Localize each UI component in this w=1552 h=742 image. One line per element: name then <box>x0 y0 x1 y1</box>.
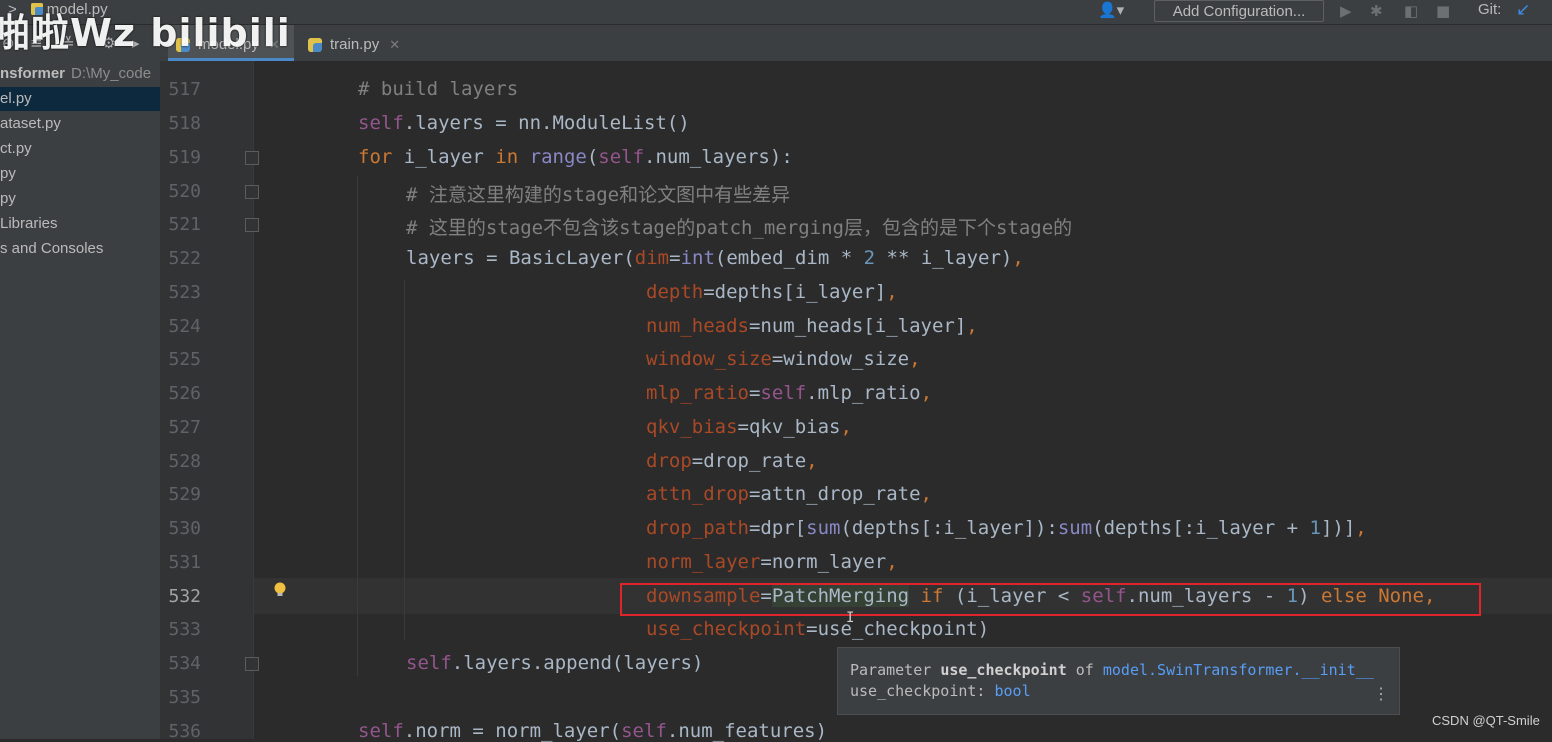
code-line-519: for i_layer in range(self.num_layers): <box>358 146 793 168</box>
tree-item-label: ct.py <box>0 140 32 157</box>
line-number: 531 <box>168 552 201 573</box>
code-line-522: layers = BasicLayer(dim=int(embed_dim * … <box>406 247 1024 269</box>
git-update-icon[interactable]: ↙ <box>1516 0 1530 20</box>
tooltip-type-link[interactable]: bool <box>995 682 1031 700</box>
tooltip-prefix: Parameter <box>850 661 941 679</box>
debug-icon[interactable]: ✱ <box>1370 2 1383 20</box>
line-number: 529 <box>168 484 201 505</box>
tooltip-param-name: use_checkpoint: <box>850 682 995 700</box>
line-number: 527 <box>168 417 201 438</box>
fold-marker[interactable] <box>245 218 259 232</box>
fold-marker[interactable] <box>245 185 259 199</box>
indent-guide <box>357 176 358 676</box>
tree-item-label: py <box>0 190 16 207</box>
editor-tabs: model.py ✕ train.py ✕ <box>160 25 1552 62</box>
code-line-527: qkv_bias=qkv_bias, <box>646 416 852 438</box>
code-line-521: # 这里的stage不包含该stage的patch_merging层，包含的是下… <box>406 213 1072 240</box>
code-comment: # build layers <box>358 78 519 100</box>
run-icon[interactable]: ▶ <box>1340 2 1352 20</box>
fold-marker[interactable] <box>245 151 259 165</box>
tree-item-scratches-consoles[interactable]: s and Consoles <box>0 237 160 261</box>
project-root[interactable]: nsformer D:\My_code <box>0 62 160 86</box>
project-tree: nsformer D:\My_code el.py ataset.py ct.py… <box>0 61 161 739</box>
tree-item-py[interactable]: py <box>0 187 160 211</box>
line-number: 534 <box>168 653 201 674</box>
code-line-525: window_size=window_size, <box>646 348 921 370</box>
line-number: 533 <box>168 619 201 640</box>
user-icon[interactable]: 👤▾ <box>1098 1 1124 19</box>
git-label: Git: <box>1478 1 1502 18</box>
code-line-517: # build layers <box>358 78 518 100</box>
tree-item-label: ataset.py <box>0 115 61 132</box>
tree-item-external-libraries[interactable]: Libraries <box>0 212 160 236</box>
bilibili-watermark: 啪啦Wz bilibili <box>0 11 291 55</box>
code-comment: # 这里的stage不包含该stage的patch_merging层，包含的是下… <box>406 217 1073 239</box>
project-name: nsformer <box>0 65 66 82</box>
line-number: 523 <box>168 282 201 303</box>
tree-item-label: el.py <box>0 90 32 107</box>
parameter-info-tooltip: Parameter use_checkpoint of model.SwinTr… <box>837 647 1400 715</box>
add-configuration-button[interactable]: Add Configuration... <box>1154 0 1324 22</box>
code-comment: # 注意这里构建的stage和论文图中有些差异 <box>406 184 791 206</box>
tooltip-param: use_checkpoint <box>940 661 1067 679</box>
tooltip-target-link[interactable]: model.SwinTransformer.__init__ <box>1103 661 1374 679</box>
stop-icon[interactable]: ■ <box>1436 2 1450 20</box>
code-line-533: use_checkpoint=use_checkpoint) <box>646 618 990 640</box>
text-cursor-icon: I <box>846 610 855 626</box>
project-path: D:\My_code <box>71 65 152 82</box>
code-line-524: num_heads=num_heads[i_layer], <box>646 315 978 337</box>
line-number: 525 <box>168 349 201 370</box>
tree-item-predict-py[interactable]: ct.py <box>0 137 160 161</box>
tree-item-model-py[interactable]: el.py <box>0 87 160 111</box>
line-number: 528 <box>168 451 201 472</box>
line-number: 530 <box>168 518 201 539</box>
line-number: 522 <box>168 248 201 269</box>
line-number: 519 <box>168 147 201 168</box>
code-line-528: drop=drop_rate, <box>646 450 818 472</box>
line-number: 517 <box>168 79 201 100</box>
close-icon[interactable]: ✕ <box>389 37 400 52</box>
tree-item-dataset-py[interactable]: ataset.py <box>0 112 160 136</box>
tree-item-label: Libraries <box>0 215 58 232</box>
code-line-534: self.layers.append(layers) <box>406 652 704 674</box>
line-number-current: 532 <box>168 586 201 607</box>
tooltip-line-1: Parameter use_checkpoint of model.SwinTr… <box>850 661 1374 679</box>
tree-item-label: s and Consoles <box>0 240 104 257</box>
code-line-520: # 注意这里构建的stage和论文图中有些差异 <box>406 180 790 207</box>
tooltip-line-2: use_checkpoint: bool <box>850 682 1031 700</box>
line-number: 526 <box>168 383 201 404</box>
python-file-icon <box>308 38 322 52</box>
code-line-530: drop_path=dpr[sum(depths[:i_layer]):sum(… <box>646 517 1367 539</box>
tab-label: train.py <box>330 36 380 53</box>
code-line-526: mlp_ratio=self.mlp_ratio, <box>646 382 933 404</box>
tooltip-of: of <box>1066 661 1103 679</box>
indent-guide <box>404 280 405 640</box>
highlight-box <box>620 583 1481 616</box>
tab-train-py[interactable]: train.py ✕ <box>300 25 418 61</box>
coverage-icon[interactable]: ◧ <box>1404 2 1418 20</box>
fold-marker[interactable] <box>245 657 259 671</box>
code-line-523: depth=depths[i_layer], <box>646 281 898 303</box>
line-number: 535 <box>168 687 201 708</box>
code-line-518: self.layers = nn.ModuleList() <box>358 112 690 134</box>
code-line-531: norm_layer=norm_layer, <box>646 551 898 573</box>
tree-item-label: py <box>0 165 16 182</box>
line-number: 521 <box>168 214 201 235</box>
line-number: 524 <box>168 316 201 337</box>
line-number: 520 <box>168 181 201 202</box>
more-vertical-icon[interactable]: ⋮ <box>1373 684 1389 703</box>
csdn-credit: CSDN @QT-Smile <box>1432 713 1540 728</box>
line-number: 518 <box>168 113 201 134</box>
tree-item-py[interactable]: py <box>0 162 160 186</box>
lightbulb-icon[interactable] <box>273 582 287 598</box>
code-line-529: attn_drop=attn_drop_rate, <box>646 483 932 505</box>
